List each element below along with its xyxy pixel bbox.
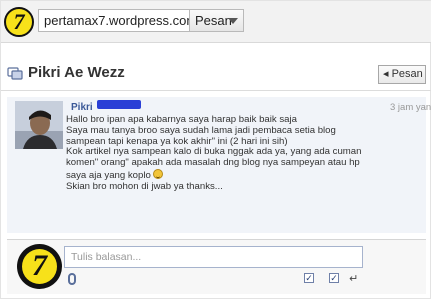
window: 7 pertamax7.wordpress.com Pesan Pikri Ae…	[0, 0, 431, 299]
message-body: Hallo bro ipan apa kabarnya saya harap b…	[66, 114, 406, 193]
pesan-dropdown[interactable]: Pesan	[189, 9, 244, 32]
user-avatar: 7	[17, 244, 62, 289]
top-bar: 7 pertamax7.wordpress.com Pesan	[1, 1, 431, 43]
back-to-messages-button[interactable]: ◂ Pesan	[378, 65, 426, 84]
message-line-with-emoji: saya aja yang koplo	[66, 168, 406, 182]
reply-input[interactable]: Tulis balasan...	[64, 246, 363, 268]
sender-name-link[interactable]: Pikri	[71, 102, 93, 113]
reply-composer: 7 Tulis balasan... ✓ ✓ ↵	[7, 239, 426, 294]
checkbox-icon[interactable]: ✓	[304, 273, 314, 283]
return-arrow-icon[interactable]: ↵	[349, 272, 358, 285]
paperclip-icon[interactable]	[68, 273, 76, 285]
pesan-dropdown-label: Pesan	[195, 13, 232, 28]
messages-icon	[7, 67, 23, 80]
number-seven-logo-icon: 7	[4, 7, 34, 37]
message-line: Saya mau tanya broo saya sudah lama jadi…	[66, 124, 336, 136]
message-line: komen" orang" apakah ada masalah dng blo…	[66, 157, 360, 169]
conversation-header: Pikri Ae Wezz ◂ Pesan	[1, 59, 431, 91]
smiley-icon	[153, 168, 164, 179]
chevron-down-icon	[228, 18, 238, 24]
site-url-field[interactable]: pertamax7.wordpress.com	[38, 9, 193, 32]
sender-avatar[interactable]	[15, 101, 63, 149]
redacted-name-mark	[97, 100, 141, 109]
checkbox-icon[interactable]: ✓	[329, 273, 339, 283]
message-timestamp: 3 jam yan	[390, 102, 431, 113]
page-title: Pikri Ae Wezz	[28, 64, 125, 81]
message-item: Pikri 3 jam yan Hallo bro ipan apa kabar…	[7, 97, 431, 233]
message-line: Skian bro mohon di jwab ya thanks...	[66, 180, 223, 192]
